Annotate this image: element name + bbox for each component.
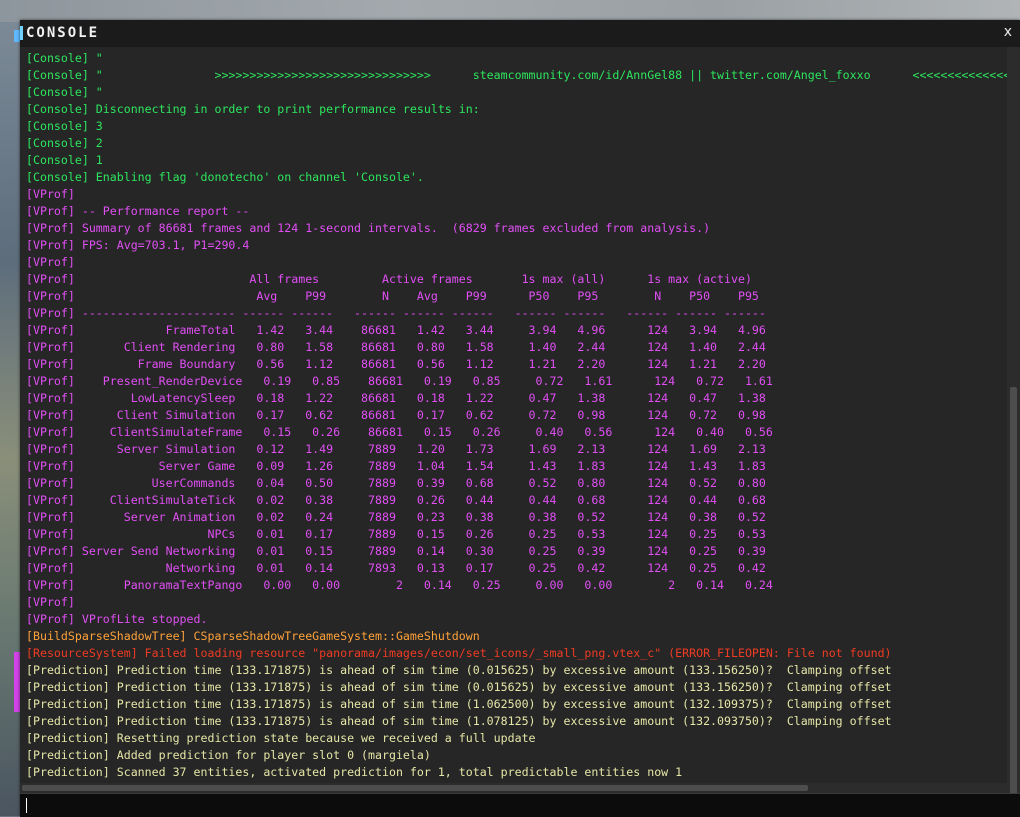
vprof-line: [VProf] ClientSimulateTick 0.02 0.38 788…	[26, 493, 766, 507]
command-input[interactable]	[28, 796, 1012, 817]
vertical-scrollbar[interactable]	[1007, 47, 1020, 803]
vprof-line: [VProf] Server Simulation 0.12 1.49 7889…	[26, 442, 766, 456]
vprof-line: [VProf] ---------------------- ------ --…	[26, 306, 766, 320]
console-title: CONSOLE	[26, 25, 100, 41]
console-line: [Console] 1	[26, 153, 103, 167]
vprof-line: [VProf]	[26, 595, 75, 609]
vprof-line: [VProf] UserCommands 0.04 0.50 7889 0.39…	[26, 476, 766, 490]
vprof-line: [VProf] FPS: Avg=703.1, P1=290.4	[26, 238, 250, 252]
vprof-line: [VProf] Networking 0.01 0.14 7893 0.13 0…	[26, 561, 766, 575]
vertical-scrollbar-thumb[interactable]	[1010, 387, 1017, 803]
console-line: [Console] 2	[26, 136, 103, 150]
prediction-line: [Prediction] Prediction time (133.171875…	[26, 714, 892, 728]
vprof-line: [VProf] Server Game 0.09 1.26 7889 1.04 …	[26, 459, 766, 473]
vprof-line: [VProf] VProfLite stopped.	[26, 612, 208, 626]
title-accent	[20, 26, 23, 40]
vprof-line: [VProf] All frames Active frames 1s max …	[26, 272, 752, 286]
prediction-line: [Prediction] Added prediction for player…	[26, 748, 431, 762]
horizontal-scrollbar-thumb[interactable]	[22, 785, 808, 791]
prediction-line: [Prediction] Prediction time (133.171875…	[26, 663, 892, 677]
command-input-bar[interactable]	[20, 793, 1020, 817]
vprof-line: [VProf]	[26, 255, 75, 269]
prediction-line: [Prediction] Scanned 37 entities, activa…	[26, 765, 683, 779]
build-line: [BuildSparseShadowTree] CSparseShadowTre…	[26, 629, 480, 643]
close-button[interactable]: x	[1004, 24, 1012, 40]
console-titlebar[interactable]: CONSOLE x	[20, 20, 1020, 47]
vprof-line: [VProf] NPCs 0.01 0.17 7889 0.15 0.26 0.…	[26, 527, 766, 541]
vprof-line: [VProf] Client Rendering 0.80 1.58 86681…	[26, 340, 766, 354]
console-line: [Console] Disconnecting in order to prin…	[26, 102, 480, 116]
prediction-line: [Prediction] Prediction time (133.171875…	[26, 697, 892, 711]
vprof-line: [VProf] Frame Boundary 0.56 1.12 86681 0…	[26, 357, 766, 371]
vprof-line: [VProf] Server Animation 0.02 0.24 7889 …	[26, 510, 766, 524]
horizontal-scrollbar[interactable]	[20, 783, 1007, 793]
vprof-line: [VProf] Present_RenderDevice 0.19 0.85 8…	[26, 374, 773, 388]
vprof-line: [VProf] FrameTotal 1.42 3.44 86681 1.42 …	[26, 323, 766, 337]
console-line: [Console] "	[26, 85, 103, 99]
console-line: [Console] " >>>>>>>>>>>>>>>>>>>>>>>>>>>>…	[26, 68, 1007, 82]
game-background-left	[0, 22, 20, 816]
console-line: [Console] Enabling flag 'donotecho' on c…	[26, 170, 424, 184]
prediction-line: [Prediction] Resetting prediction state …	[26, 731, 536, 745]
console-line: [Console] 3	[26, 119, 103, 133]
vprof-line: [VProf]	[26, 187, 75, 201]
vprof-line: [VProf] Server Send Networking 0.01 0.15…	[26, 544, 766, 558]
text-caret	[26, 798, 27, 813]
vprof-line: [VProf] Client Simulation 0.17 0.62 8668…	[26, 408, 766, 422]
vprof-line: [VProf] LowLatencySleep 0.18 1.22 86681 …	[26, 391, 766, 405]
vprof-line: [VProf] PanoramaTextPango 0.00 0.00 2 0.…	[26, 578, 773, 592]
vprof-line: [VProf] ClientSimulateFrame 0.15 0.26 86…	[26, 425, 773, 439]
error-line: [ResourceSystem] Failed loading resource…	[26, 646, 892, 660]
console-output[interactable]: [Console] " [Console] " >>>>>>>>>>>>>>>>>…	[20, 47, 1007, 803]
vprof-line: [VProf] Avg P99 N Avg P99 P50 P95 N P50 …	[26, 289, 759, 303]
vprof-line: [VProf] -- Performance report --	[26, 204, 250, 218]
console-window: CONSOLE x [Console] " [Console] " >>>>>>>…	[20, 20, 1020, 817]
vprof-line: [VProf] Summary of 86681 frames and 124 …	[26, 221, 711, 235]
console-line: [Console] "	[26, 51, 103, 65]
prediction-line: [Prediction] Prediction time (133.171875…	[26, 680, 892, 694]
game-background-top	[0, 0, 1020, 22]
